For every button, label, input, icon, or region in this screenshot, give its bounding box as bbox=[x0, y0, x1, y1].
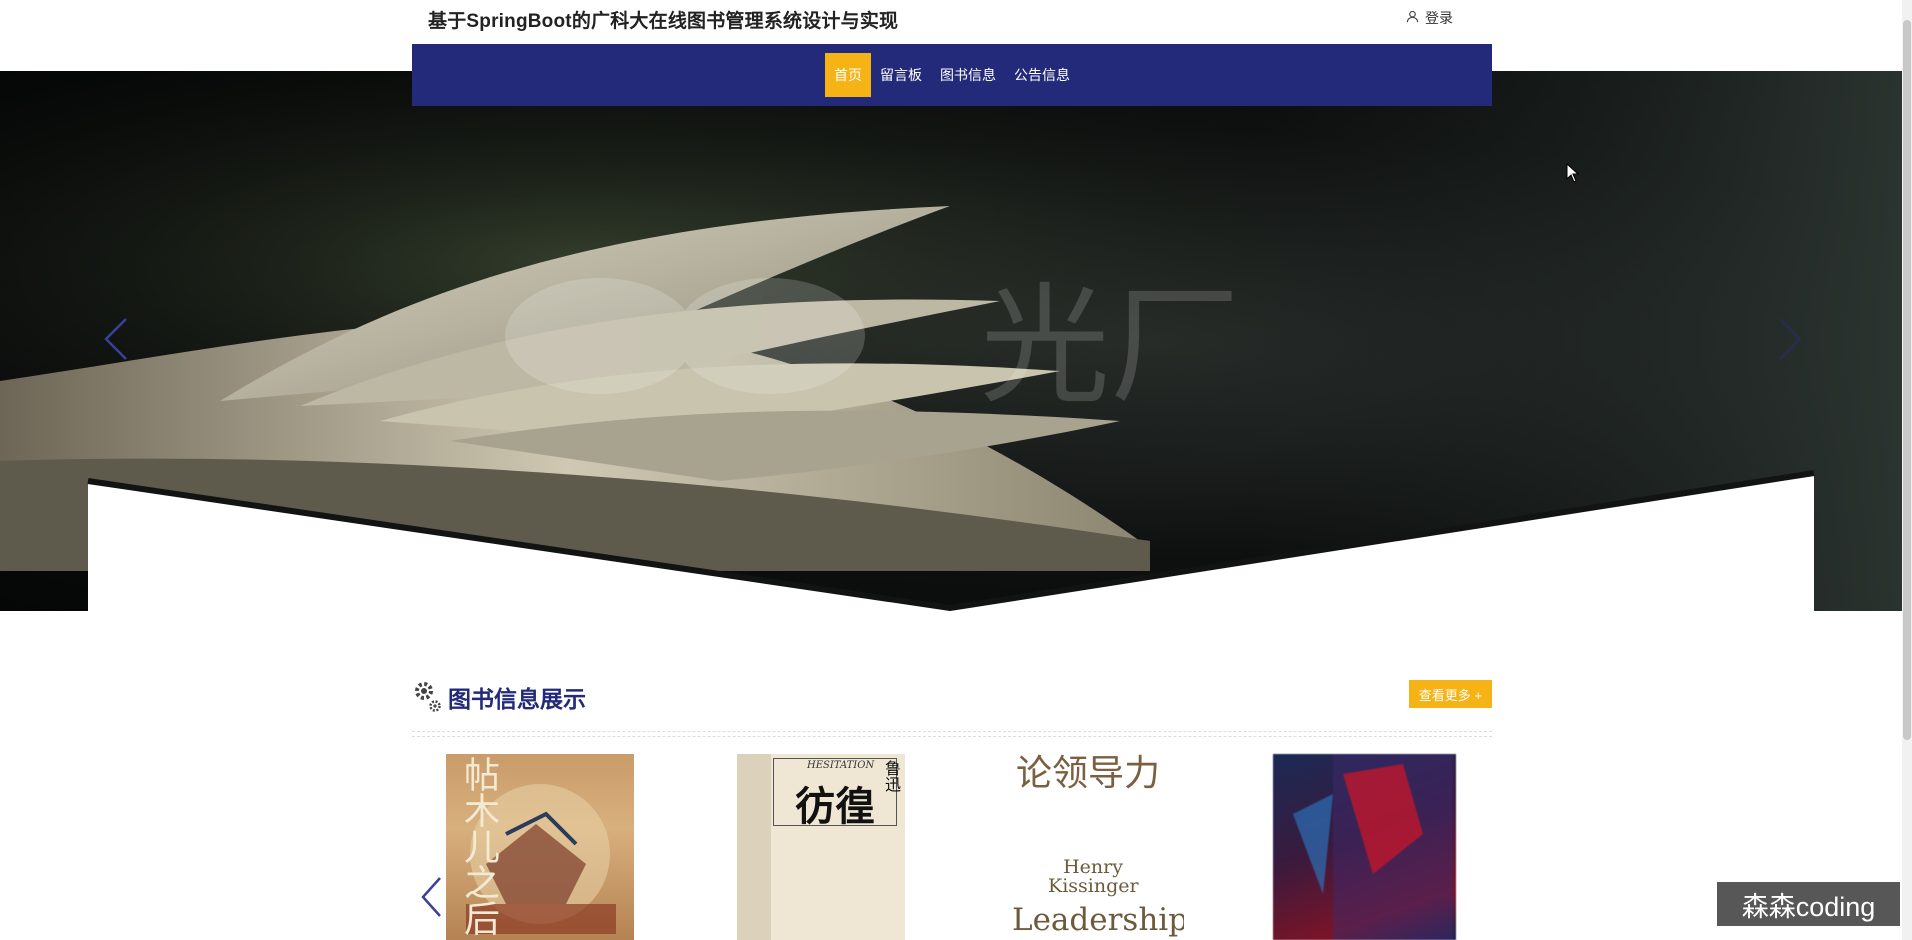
hero-book-image: 光厂 bbox=[0, 71, 1902, 611]
chevron-right-icon bbox=[1779, 318, 1802, 360]
chevron-left-icon bbox=[104, 318, 127, 360]
nav-item-message-board[interactable]: 留言板 bbox=[871, 53, 931, 97]
video-watermark: 森森coding bbox=[1717, 882, 1900, 926]
hero-prev-arrow[interactable] bbox=[102, 317, 130, 366]
main-nav: 首页 留言板 图书信息 公告信息 bbox=[412, 44, 1492, 106]
section-divider bbox=[412, 731, 1492, 737]
book-cover-image bbox=[1293, 754, 1453, 940]
book-card[interactable]: 帖木儿之后 bbox=[446, 754, 634, 940]
hero-watermark-text: 光厂 bbox=[980, 270, 1240, 422]
book-cover-author: 鲁迅 bbox=[882, 760, 901, 792]
book-cover-subtitle: Leadership bbox=[1012, 902, 1184, 938]
book-card[interactable]: 论领导力 Henry Kissinger Leadership bbox=[1004, 754, 1184, 940]
book-cover-title: 彷徨 bbox=[795, 783, 875, 830]
books-prev-arrow[interactable] bbox=[420, 876, 444, 923]
book-cover-title: 帖木儿之后 bbox=[458, 756, 499, 936]
gear-icon bbox=[415, 682, 441, 712]
nav-item-home[interactable]: 首页 bbox=[825, 53, 871, 97]
book-cover-title: 论领导力 bbox=[1016, 754, 1161, 794]
book-cover-author: Henry Kissinger bbox=[1048, 856, 1139, 897]
scrollbar-thumb[interactable] bbox=[1903, 20, 1911, 740]
login-label: 登录 bbox=[1425, 10, 1453, 26]
books-section-header: 图书信息展示 查看更多 + bbox=[412, 676, 1492, 716]
view-more-button[interactable]: 查看更多 + bbox=[1408, 680, 1492, 708]
book-card[interactable]: HESITATION 彷徨 鲁迅 bbox=[737, 754, 905, 940]
mouse-cursor-icon bbox=[1566, 163, 1580, 183]
login-link[interactable]: 登录 bbox=[1406, 8, 1453, 28]
book-card[interactable] bbox=[1273, 754, 1456, 940]
nav-item-announcements[interactable]: 公告信息 bbox=[1005, 53, 1079, 97]
hero-banner: 光厂 bbox=[0, 71, 1902, 611]
site-title: 基于SpringBoot的广科大在线图书管理系统设计与实现 bbox=[428, 11, 899, 32]
user-icon bbox=[1406, 10, 1419, 26]
page-scrollbar[interactable] bbox=[1902, 0, 1912, 940]
hero-next-arrow[interactable] bbox=[1776, 317, 1804, 366]
section-title: 图书信息展示 bbox=[448, 686, 586, 712]
book-cover-subtitle: HESITATION bbox=[807, 760, 875, 771]
nav-item-books[interactable]: 图书信息 bbox=[931, 53, 1005, 97]
chevron-left-icon bbox=[421, 877, 441, 917]
book-spine bbox=[737, 754, 771, 940]
